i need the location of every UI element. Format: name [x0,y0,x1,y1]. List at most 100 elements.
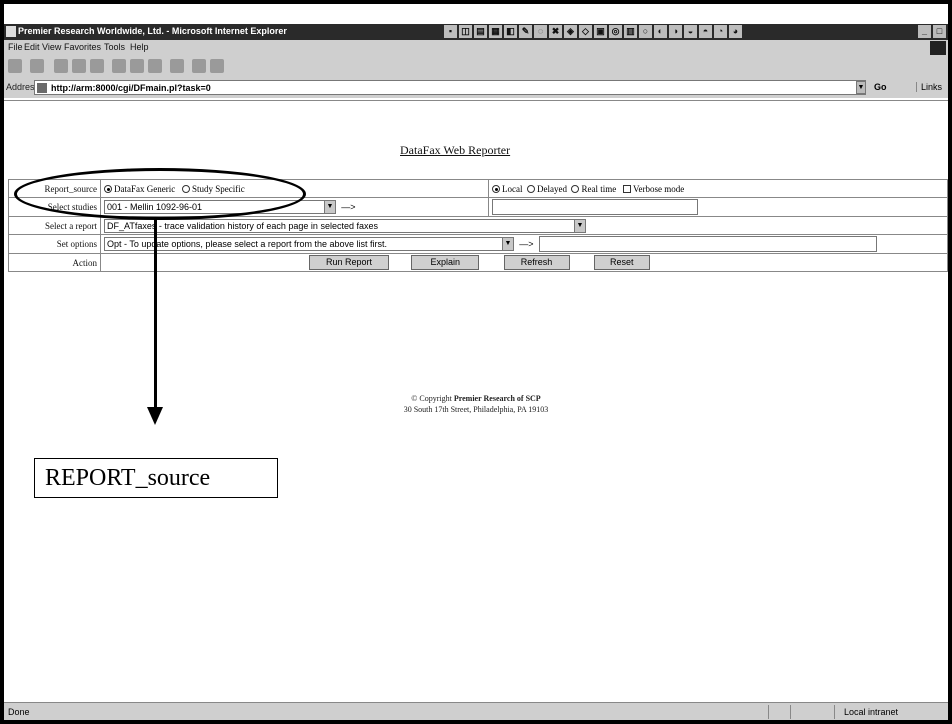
options-arrow: —> [519,239,534,249]
security-zone: Local intranet [844,707,899,717]
ie-app-icon [6,26,16,37]
real-time-radio[interactable] [571,185,580,194]
links-button[interactable]: Links [916,82,942,92]
tray-icon[interactable]: ◐ [654,25,667,38]
menu-bar: File Edit View Favorites Tools Help [4,40,948,56]
menu-file[interactable]: File [8,42,23,52]
dropdown-arrow-icon: ▼ [574,219,585,232]
dropdown-arrow-icon: ▼ [324,201,335,213]
tray-icon[interactable]: ◎ [609,25,622,38]
tray-icon[interactable]: ◌ [534,25,547,38]
real-time-label: Real time [581,183,617,194]
tray-icon[interactable]: ◧ [504,25,517,38]
select-report-cell: DF_ATfaxes - trace validation history of… [100,216,948,235]
status-text: Done [8,707,30,717]
refresh-button[interactable]: Refresh [503,255,570,270]
tray-icon[interactable]: ◇ [579,25,592,38]
action-cell: Run Report Explain Refresh Reset [100,253,948,272]
tray-icon[interactable]: ◫ [459,25,472,38]
address-dropdown-icon[interactable]: ▼ [856,81,866,94]
back-icon[interactable] [8,59,22,73]
go-button[interactable]: Go [874,82,887,92]
menu-edit[interactable]: Edit [24,42,40,52]
minimize-icon[interactable]: _ [918,25,931,38]
edit-icon[interactable] [210,59,224,73]
tray-icon[interactable]: ▤ [474,25,487,38]
set-options-value: Opt - To update options, please select a… [107,239,387,249]
status-divider [768,705,769,719]
local-label: Local [502,183,523,194]
tray-icon[interactable]: ▣ [594,25,607,38]
annotation-arrow-line [154,217,157,409]
verbose-checkbox[interactable] [622,185,631,194]
tray-icon[interactable]: ◑ [669,25,682,38]
tray-icon[interactable]: ◓ [699,25,712,38]
tray-icon[interactable]: ◈ [564,25,577,38]
menu-favorites[interactable]: Favorites [64,42,101,52]
set-options-dropdown[interactable]: Opt - To update options, please select a… [104,237,514,251]
mode-cell: Local Delayed Real time Verbose mode [488,179,948,198]
tray-icon[interactable]: ✖ [549,25,562,38]
status-divider [790,705,791,719]
row-action: Action Run Report Explain Refresh Reset [8,253,948,272]
verbose-label: Verbose mode [632,183,685,194]
history-icon[interactable] [148,59,162,73]
tray-icon[interactable]: ▥ [624,25,637,38]
set-options-cell: Opt - To update options, please select a… [100,234,948,254]
studies-text-cell [488,197,948,217]
address-input[interactable]: http://arm:8000/cgi/DFmain.pl?task=0 [34,80,866,95]
delayed-label: Delayed [537,183,567,194]
maximize-icon[interactable]: □ [933,25,946,38]
address-bar: Address http://arm:8000/cgi/DFmain.pl?ta… [4,78,948,98]
home-icon[interactable] [90,59,104,73]
tray-icon[interactable]: ▪ [444,25,457,38]
tray-icon[interactable]: ◔ [714,25,727,38]
page-title[interactable]: DataFax Web Reporter [400,143,510,158]
toolbar [4,56,948,78]
select-report-dropdown[interactable]: DF_ATfaxes - trace validation history of… [104,218,586,233]
refresh-icon[interactable] [72,59,86,73]
search-icon[interactable] [112,59,126,73]
studies-arrow: —> [341,202,356,212]
address-url: http://arm:8000/cgi/DFmain.pl?task=0 [51,83,211,93]
delayed-radio[interactable] [527,185,535,194]
copyright-org: Premier Research of SCP [453,394,541,403]
page-icon [37,83,47,93]
dropdown-arrow-icon: ▼ [502,238,513,250]
copyright-block: © Copyright Premier Research of SCP 30 S… [4,393,948,415]
menu-view[interactable]: View [42,42,61,52]
stop-icon[interactable] [54,59,68,73]
print-icon[interactable] [192,59,206,73]
explain-button[interactable]: Explain [411,255,480,270]
action-label: Action [8,253,101,272]
copyright-address: 30 South 17th Street, Philadelphia, PA 1… [403,405,549,414]
window-title: Premier Research Worldwide, Ltd. - Micro… [18,26,287,36]
select-report-value: DF_ATfaxes - trace validation history of… [107,220,378,231]
taskbar-tray-icons: ▪ ◫ ▤ ▦ ◧ ✎ ◌ ✖ ◈ ◇ ▣ ◎ ▥ ○ ◐ ◑ ◒ ◓ ◔ ◕ [444,25,742,39]
set-options-label: Set options [8,234,101,254]
tray-icon[interactable]: ✎ [519,25,532,38]
menu-tools[interactable]: Tools [104,42,125,52]
status-divider [834,705,835,719]
annotation-arrowhead [147,407,163,425]
menu-help[interactable]: Help [130,42,149,52]
tray-icon[interactable]: ◕ [729,25,742,38]
annotation-ellipse [14,168,306,220]
tray-icon[interactable]: ◒ [684,25,697,38]
options-text-field[interactable] [538,236,877,252]
favorites-icon[interactable] [130,59,144,73]
tray-icon[interactable]: ○ [639,25,652,38]
reset-button[interactable]: Reset [593,255,650,270]
mail-icon[interactable] [170,59,184,73]
annotation-callout: REPORT_source [34,458,278,498]
status-bar: Done Local intranet [4,702,948,720]
studies-text-field[interactable] [492,199,698,215]
title-bar: Premier Research Worldwide, Ltd. - Micro… [4,24,948,40]
row-set-options: Set options Opt - To update options, ple… [8,234,948,254]
run-report-button[interactable]: Run Report [309,255,389,270]
tray-icon[interactable]: ▦ [489,25,502,38]
window-controls: _ □ [918,25,946,38]
copyright-prefix: © Copyright [411,394,454,403]
local-radio[interactable] [492,185,500,194]
forward-icon[interactable] [30,59,44,73]
